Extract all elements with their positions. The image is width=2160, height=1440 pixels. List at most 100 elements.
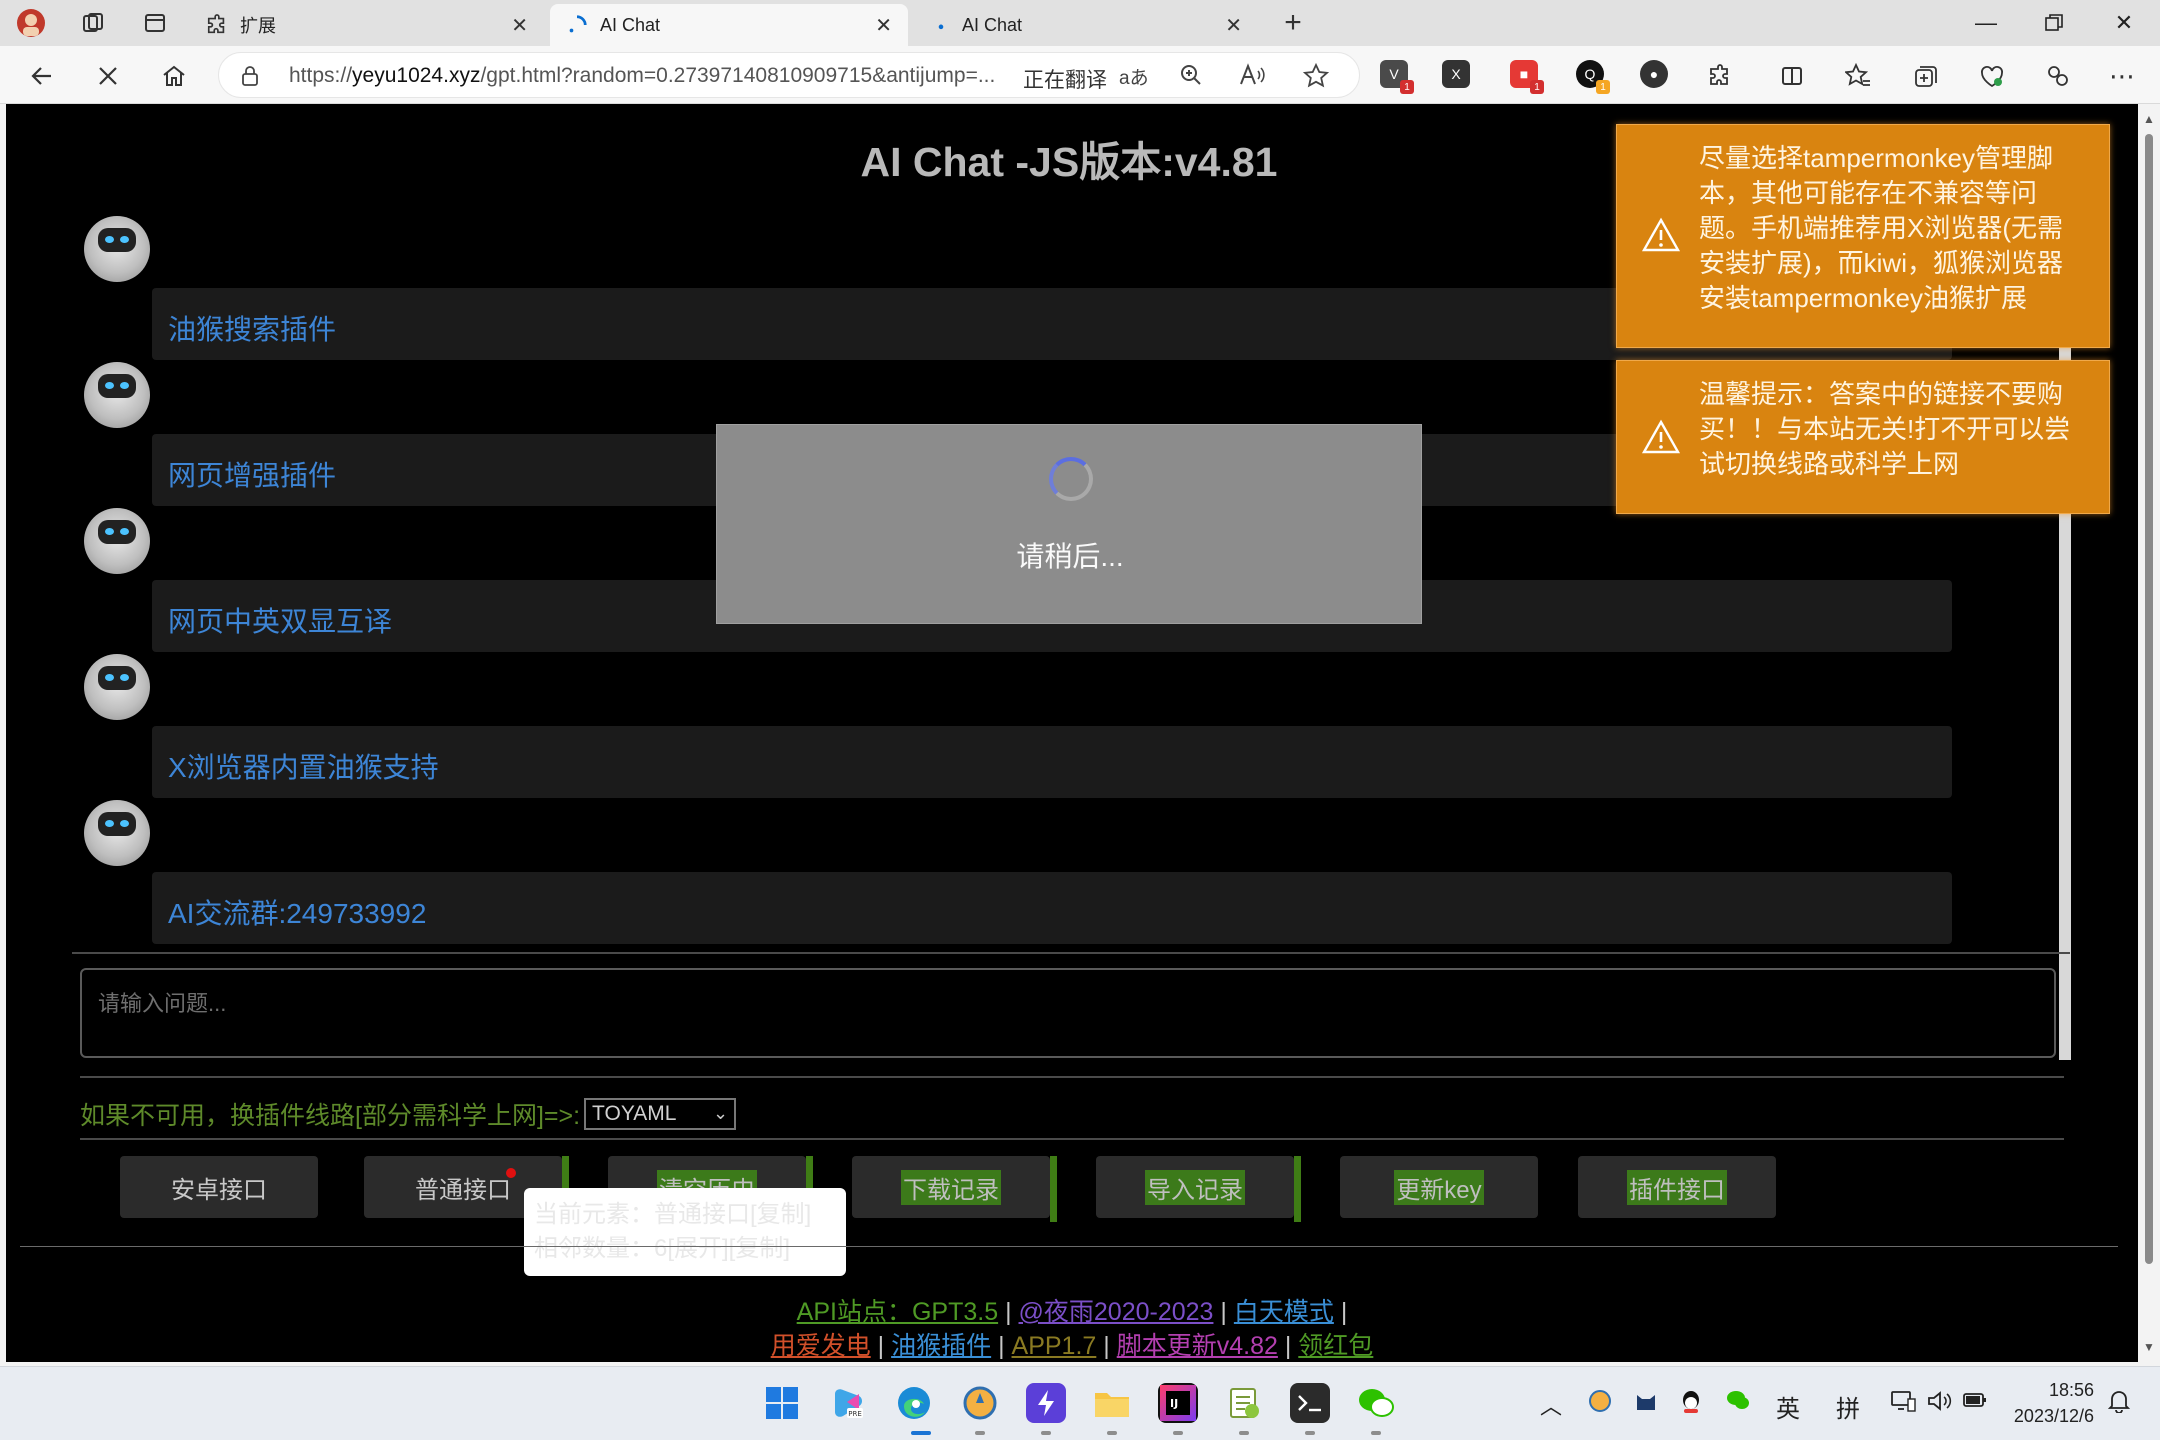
- tab-ai-chat-active[interactable]: AI Chat ✕: [550, 4, 908, 46]
- browser-essentials-icon[interactable]: [1974, 58, 2010, 94]
- plugin-api-button[interactable]: 插件接口: [1578, 1156, 1776, 1218]
- notice-toast[interactable]: 温馨提示：答案中的链接不要购买！！与本站无关!打不开可以尝试切换线路或科学上网: [1616, 360, 2110, 514]
- copilot-icon[interactable]: [2040, 58, 2076, 94]
- minimize-button[interactable]: —: [1966, 6, 2006, 40]
- message-link[interactable]: AI交流群:249733992: [168, 892, 426, 932]
- stop-loading-button[interactable]: [90, 58, 126, 94]
- footer-author-link[interactable]: @夜雨2020-2023: [1019, 1298, 1214, 1326]
- footer-red-packet-link[interactable]: 领红包: [1298, 1332, 1373, 1360]
- back-button[interactable]: [24, 58, 60, 94]
- translating-label[interactable]: 正在翻译: [1023, 64, 1107, 94]
- zoom-icon[interactable]: [1179, 63, 1203, 93]
- element-inspector-tooltip: 当前元素：普通接口[复制] 相邻数量：6[展开][复制]: [524, 1188, 846, 1276]
- collections-icon[interactable]: [1908, 58, 1944, 94]
- read-aloud-icon[interactable]: [1239, 63, 1265, 93]
- android-api-button[interactable]: 安卓接口: [120, 1156, 318, 1218]
- button-label: 插件接口: [1627, 1169, 1727, 1205]
- more-options-icon[interactable]: ⋯: [2104, 58, 2140, 94]
- footer-tampermonkey-link[interactable]: 油猴插件: [891, 1332, 991, 1360]
- favorite-star-icon[interactable]: [1302, 62, 1330, 95]
- notepad-plus-icon[interactable]: [1224, 1383, 1264, 1423]
- terminal-icon[interactable]: [1290, 1383, 1330, 1423]
- copilot-taskbar-icon[interactable]: PRE: [828, 1383, 868, 1423]
- page-viewport: AI Chat -JS版本:v4.81 油猴搜索插件 网页增强插件 网页中英双显…: [6, 104, 2138, 1362]
- red-extension-icon[interactable]: ■ 1: [1510, 60, 1544, 94]
- notice-text: 尽量选择tampermonkey管理脚本，其他可能存在不兼容等问题。手机端推荐用…: [1699, 143, 2064, 313]
- edge-browser-icon[interactable]: [894, 1383, 934, 1423]
- notification-bell-icon[interactable]: [2107, 1389, 2131, 1419]
- ime-english-indicator[interactable]: 英: [1776, 1389, 1800, 1424]
- extensions-puzzle-icon[interactable]: [1702, 58, 1738, 94]
- close-window-button[interactable]: ✕: [2104, 6, 2144, 40]
- footer-separator: |: [1340, 1298, 1348, 1326]
- restore-button[interactable]: [2034, 6, 2074, 40]
- start-windows-icon[interactable]: [762, 1383, 802, 1423]
- new-tab-button[interactable]: +: [1276, 6, 1310, 40]
- excel-extension-icon[interactable]: X: [1442, 60, 1470, 88]
- message-link[interactable]: 油猴搜索插件: [168, 308, 336, 348]
- network-icon[interactable]: [1890, 1389, 1916, 1419]
- footer-script-update-link[interactable]: 脚本更新v4.82: [1117, 1332, 1278, 1360]
- qq-tray-icon[interactable]: [1680, 1389, 1702, 1421]
- running-indicator: [1371, 1431, 1381, 1435]
- route-row: 如果不可用，换插件线路[部分需科学上网]=>: TOYAML ⌄: [80, 1094, 737, 1134]
- file-explorer-icon[interactable]: [1092, 1383, 1132, 1423]
- message-bubble: X浏览器内置油猴支持: [152, 726, 1952, 798]
- divider: [80, 1076, 2064, 1078]
- chat-message: AI交流群:249733992: [72, 800, 1972, 946]
- close-icon[interactable]: ✕: [511, 13, 528, 38]
- tab-extensions[interactable]: 扩展 ✕: [190, 4, 544, 46]
- message-link[interactable]: 网页增强插件: [168, 454, 336, 494]
- footer-api-link[interactable]: API站点：GPT3.5: [797, 1298, 998, 1326]
- footer-donate-link[interactable]: 用爱发电: [771, 1332, 871, 1360]
- round-extension-icon[interactable]: ●: [1640, 60, 1668, 88]
- tab-strip: 扩展 ✕ AI Chat ✕ AI Chat ✕ + — ✕: [0, 0, 2160, 46]
- q-extension-icon[interactable]: Q1: [1576, 60, 1610, 94]
- route-label: 如果不可用，换插件线路[部分需科学上网]=>:: [80, 1102, 581, 1130]
- address-bar[interactable]: https://yeyu1024.xyz/gpt.html?random=0.2…: [218, 52, 1360, 98]
- translate-icon[interactable]: aあ: [1119, 63, 1149, 90]
- v-extension-icon[interactable]: V1: [1380, 60, 1414, 94]
- lock-icon[interactable]: [241, 65, 259, 86]
- footer-app-link[interactable]: APP1.7: [1012, 1332, 1097, 1360]
- message-link[interactable]: X浏览器内置油猴支持: [168, 746, 439, 786]
- url-text[interactable]: https://yeyu1024.xyz/gpt.html?random=0.2…: [289, 64, 995, 88]
- clash-tray-icon[interactable]: [1588, 1389, 1612, 1419]
- bolt-app-icon[interactable]: [1026, 1383, 1066, 1423]
- route-select[interactable]: TOYAML ⌄: [584, 1098, 737, 1130]
- scroll-thumb[interactable]: [2145, 134, 2153, 1264]
- ime-pinyin-indicator[interactable]: 拼: [1836, 1389, 1860, 1424]
- update-key-button[interactable]: 更新key: [1340, 1156, 1538, 1218]
- close-icon[interactable]: ✕: [1225, 13, 1242, 38]
- battery-icon[interactable]: [1962, 1389, 1988, 1417]
- question-input[interactable]: 请输入问题...: [80, 968, 2056, 1058]
- show-hidden-icons-chevron-icon[interactable]: ︿: [1540, 1389, 1562, 1421]
- workspaces-icon[interactable]: [76, 6, 110, 40]
- tab-ai-chat[interactable]: AI Chat ✕: [914, 4, 1258, 46]
- vertical-tabs-icon[interactable]: [138, 6, 172, 40]
- wechat-tray-icon[interactable]: [1726, 1389, 1750, 1417]
- jetbrains-icon[interactable]: IJ: [1158, 1383, 1198, 1423]
- cat-tray-icon[interactable]: [1634, 1389, 1658, 1419]
- download-records-button[interactable]: 下载记录: [852, 1156, 1050, 1218]
- footer-day-mode-link[interactable]: 白天模式: [1234, 1298, 1334, 1326]
- notice-toast[interactable]: 尽量选择tampermonkey管理脚本，其他可能存在不兼容等问题。手机端推荐用…: [1616, 124, 2110, 348]
- message-link[interactable]: 网页中英双显互译: [168, 600, 392, 640]
- import-records-button[interactable]: 导入记录: [1096, 1156, 1294, 1218]
- wechat-icon[interactable]: [1356, 1383, 1396, 1423]
- close-icon[interactable]: ✕: [875, 13, 892, 38]
- scroll-up-icon[interactable]: ▲: [2143, 112, 2155, 126]
- profile-avatar[interactable]: [14, 6, 48, 40]
- page-scrollbar[interactable]: ▲ ▼: [2138, 104, 2160, 1362]
- scroll-down-icon[interactable]: ▼: [2143, 1340, 2155, 1354]
- robot-avatar-icon: [84, 508, 150, 574]
- svg-text:PRE: PRE: [848, 1410, 862, 1418]
- clock[interactable]: 18:56 2023/12/6: [2010, 1377, 2094, 1429]
- split-screen-icon[interactable]: [1774, 58, 1810, 94]
- favorites-icon[interactable]: [1840, 58, 1876, 94]
- running-indicator: [1041, 1431, 1051, 1435]
- volume-icon[interactable]: [1926, 1389, 1952, 1419]
- clash-icon[interactable]: [960, 1383, 1000, 1423]
- robot-avatar-icon: [84, 362, 150, 428]
- home-button[interactable]: [156, 58, 192, 94]
